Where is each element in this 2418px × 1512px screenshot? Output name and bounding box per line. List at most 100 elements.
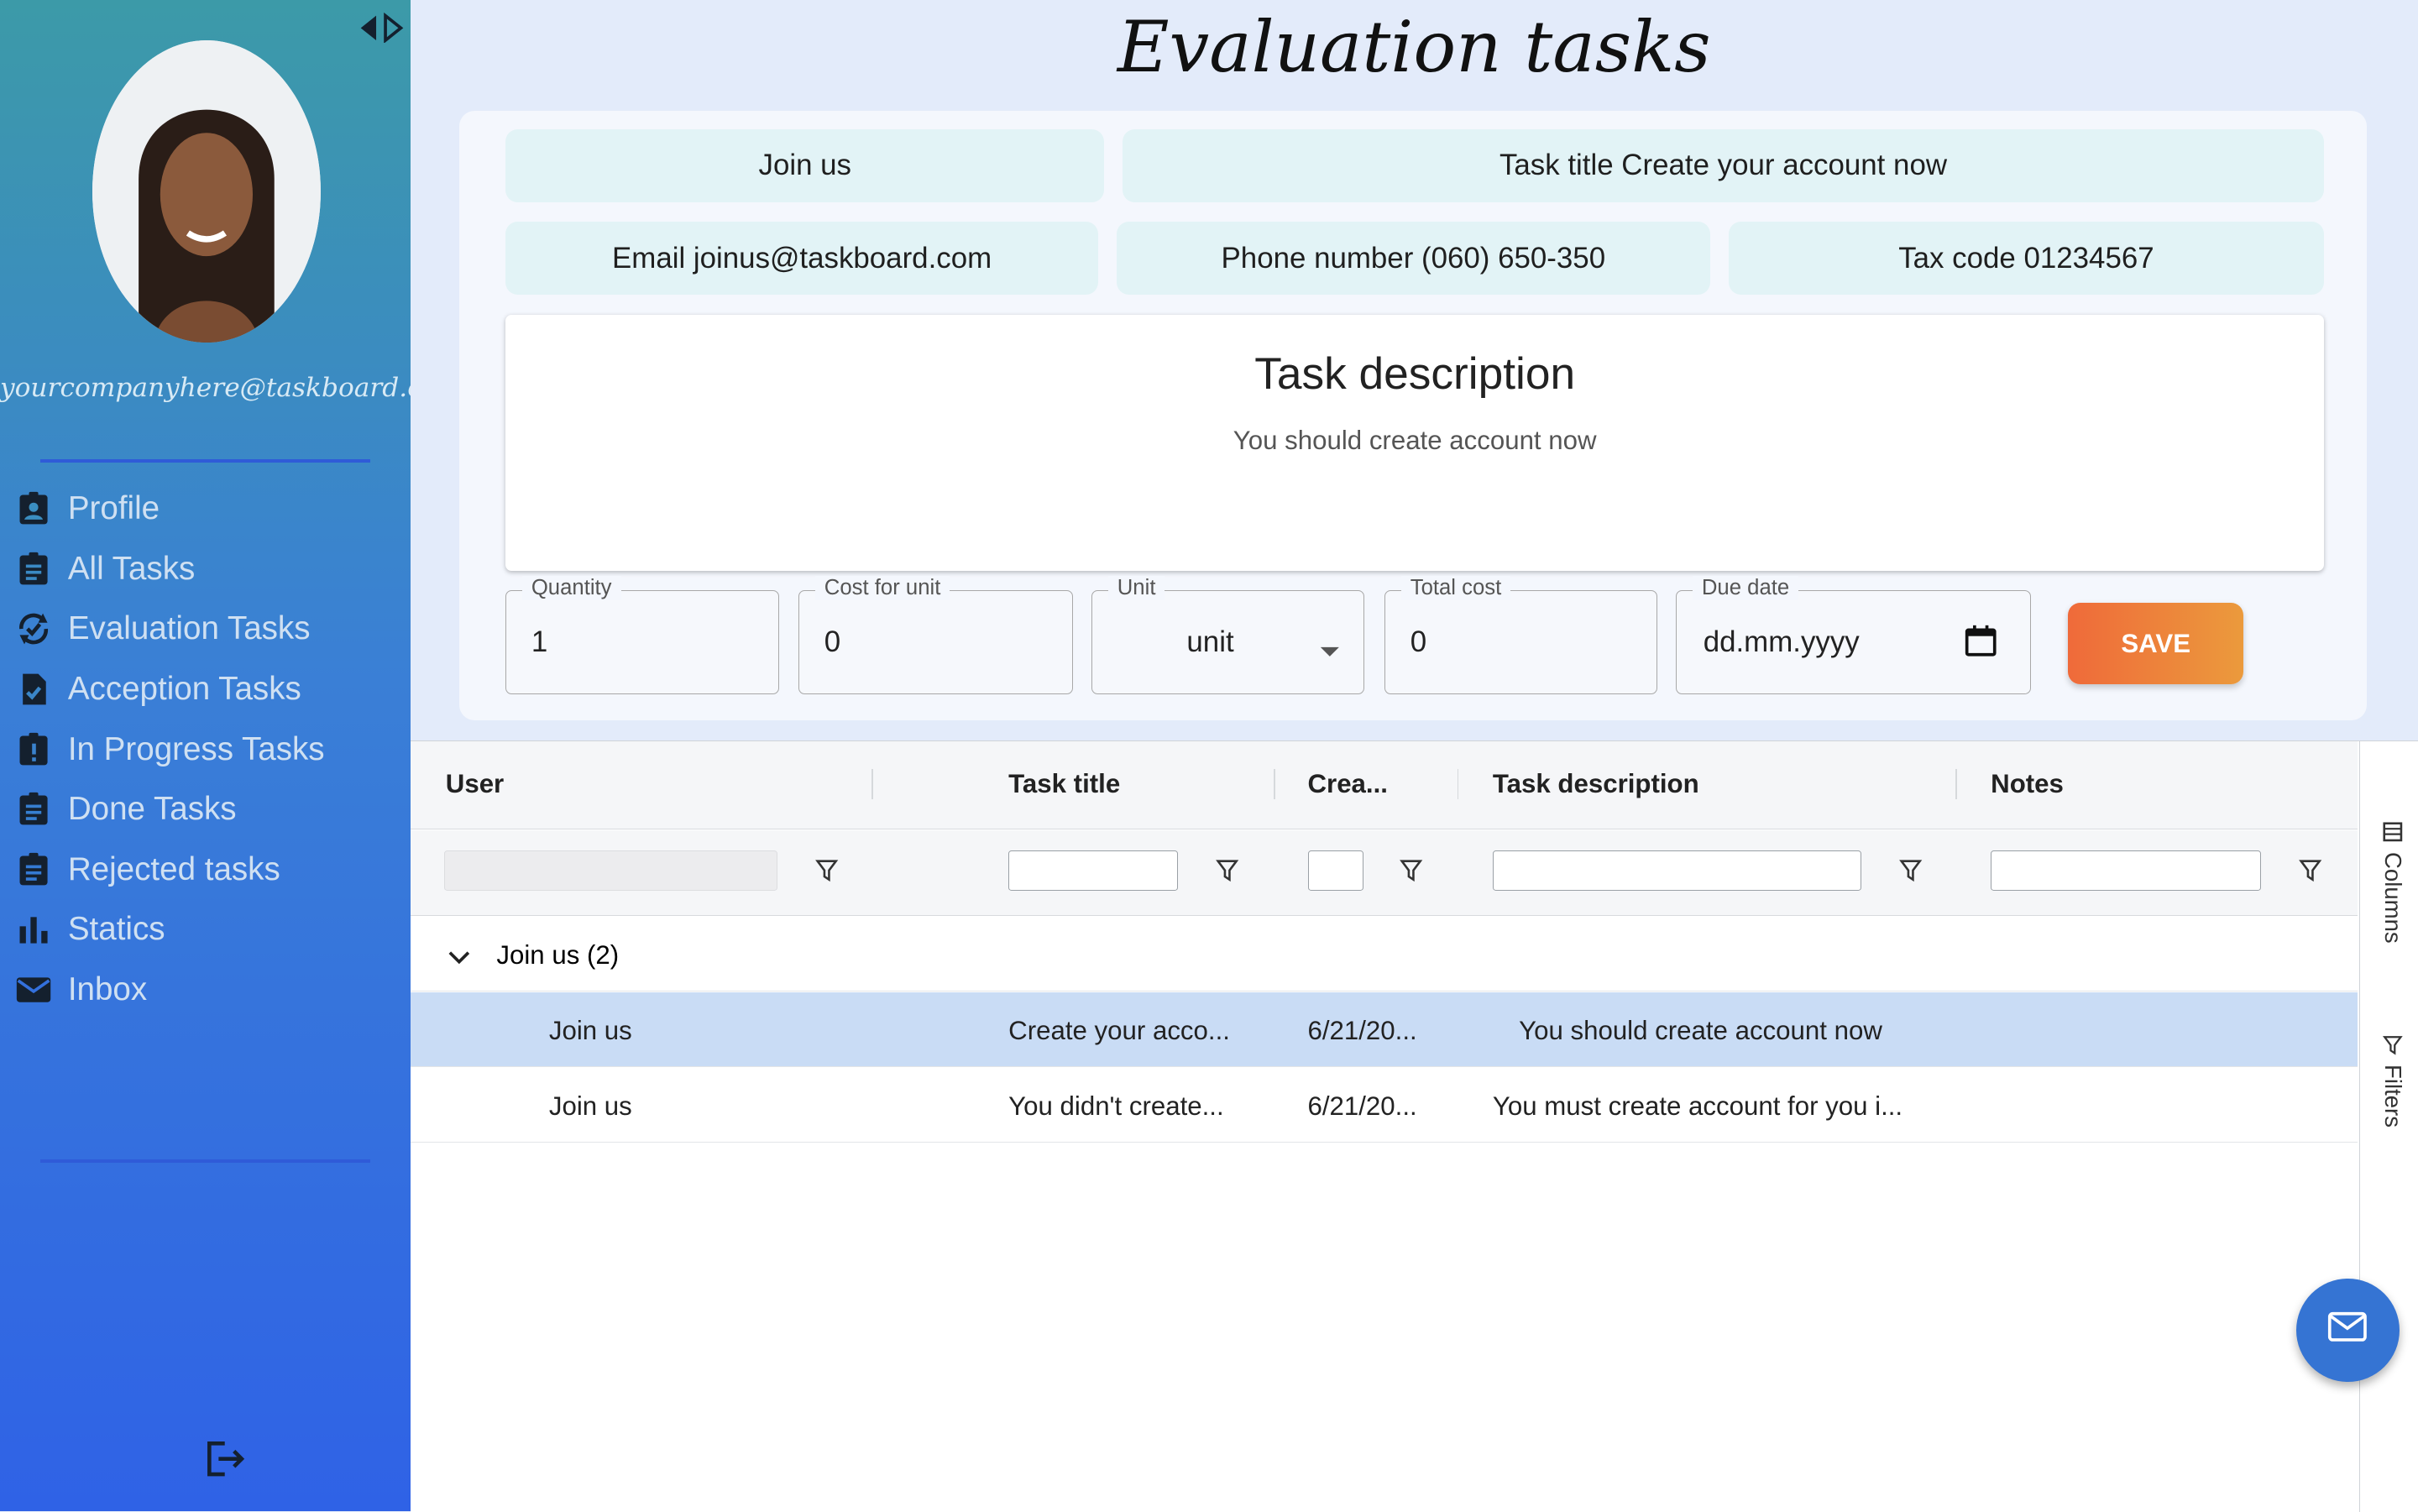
filter-icon[interactable]: [1215, 858, 1239, 882]
clipboard-list-icon: [15, 851, 52, 888]
column-header-notes[interactable]: Notes: [1991, 769, 2064, 799]
created-filter-input[interactable]: [1307, 850, 1363, 891]
filter-icon[interactable]: [1898, 858, 1923, 882]
sidebar-item-label: Profile: [67, 490, 160, 527]
cell-task-description: You should create account now: [1519, 1015, 1882, 1045]
avatar[interactable]: [92, 39, 322, 343]
notes-filter-input[interactable]: [1991, 850, 2261, 891]
logout-icon[interactable]: [203, 1437, 246, 1480]
grid-header: User Task title Crea... Task description…: [410, 740, 2358, 830]
clipboard-list-icon: [15, 791, 52, 828]
unit-label: Unit: [1107, 576, 1165, 601]
total-cost-value: 0: [1410, 625, 1427, 658]
column-header-task-title[interactable]: Task title: [1008, 769, 1120, 799]
cost-per-unit-field[interactable]: Cost for unit 0: [798, 576, 1074, 694]
email-chip: Email joinus@taskboard.com: [505, 222, 1098, 295]
task-title-chip: Task title Create your account now: [1123, 129, 2324, 202]
sidebar-item-acception-tasks[interactable]: Acception Tasks: [0, 658, 411, 719]
page-title: Evaluation tasks: [1117, 6, 1711, 89]
sidebar-item-label: Rejected tasks: [67, 850, 280, 887]
columns-panel-tab[interactable]: Columns: [2373, 821, 2410, 960]
sidebar-item-label: Done Tasks: [67, 791, 237, 828]
cell-created: 6/21/20...: [1307, 1091, 1417, 1121]
chevron-down-icon[interactable]: [448, 943, 470, 971]
company-chip: Join us: [505, 129, 1105, 202]
sidebar-item-inbox[interactable]: Inbox: [0, 959, 411, 1019]
sidebar-item-evaluation-tasks[interactable]: Evaluation Tasks: [0, 599, 411, 659]
column-separator[interactable]: [1457, 768, 1459, 800]
total-cost-label: Total cost: [1400, 576, 1511, 601]
task-description-text: You should create account now: [1233, 425, 1597, 455]
sidebar-item-all-tasks[interactable]: All Tasks: [0, 538, 411, 599]
quantity-label: Quantity: [521, 576, 621, 601]
compose-mail-button[interactable]: [2295, 1278, 2400, 1382]
calendar-icon[interactable]: [1964, 624, 1997, 664]
task-description-panel: Task description You should create accou…: [505, 314, 2324, 571]
sidebar-item-statics[interactable]: Statics: [0, 899, 411, 960]
cell-user: Join us: [548, 1015, 632, 1045]
task-title-filter-input[interactable]: [1008, 850, 1179, 891]
sidebar-divider: [39, 459, 370, 463]
unit-select[interactable]: Unit unit: [1091, 576, 1365, 694]
column-header-created[interactable]: Crea...: [1308, 769, 1388, 799]
filter-icon[interactable]: [2298, 858, 2322, 882]
sidebar-item-done-tasks[interactable]: Done Tasks: [0, 779, 411, 840]
clipboard-list-icon: [15, 551, 52, 588]
sidebar-item-rejected-tasks[interactable]: Rejected tasks: [0, 839, 411, 899]
task-description-heading: Task description: [1254, 349, 1576, 400]
cell-task-title: Create your acco...: [1008, 1015, 1230, 1045]
file-check-icon: [15, 671, 52, 708]
cell-user: Join us: [548, 1091, 632, 1121]
filter-icon[interactable]: [814, 858, 839, 882]
filter-icon[interactable]: [1399, 858, 1423, 882]
quantity-value: 1: [531, 625, 548, 658]
tax-code-chip: Tax code 01234567: [1728, 222, 2324, 295]
sidebar-item-label: Inbox: [67, 971, 148, 1008]
table-row[interactable]: Join us Create your acco... 6/21/20... Y…: [410, 991, 2358, 1068]
mail-icon: [15, 971, 52, 1008]
user-filter-input: [443, 850, 777, 891]
save-button[interactable]: SAVE: [2068, 603, 2244, 685]
cell-created: 6/21/20...: [1307, 1015, 1417, 1045]
cost-per-unit-label: Cost for unit: [814, 576, 950, 601]
total-cost-field[interactable]: Total cost 0: [1384, 576, 1658, 694]
quantity-field[interactable]: Quantity 1: [505, 576, 779, 694]
badge-icon: [15, 490, 52, 527]
column-header-user[interactable]: User: [446, 769, 504, 799]
table-row[interactable]: Join us You didn't create... 6/21/20... …: [410, 1068, 2358, 1143]
column-separator[interactable]: [1955, 768, 1957, 800]
filters-panel-tab[interactable]: Filters: [2373, 1034, 2410, 1158]
sidebar-item-label: Statics: [67, 911, 165, 948]
unit-value: unit: [1186, 625, 1234, 658]
sidebar-item-label: Acception Tasks: [67, 670, 301, 707]
due-date-field[interactable]: Due date dd.mm.yyyy: [1676, 576, 2031, 694]
sidebar-item-profile[interactable]: Profile: [0, 478, 411, 538]
grid-side-panel: Columns Filters: [2359, 740, 2418, 1512]
sidebar-divider: [39, 1159, 370, 1163]
column-header-task-description[interactable]: Task description: [1493, 769, 1699, 799]
filter-row: [410, 830, 2358, 917]
columns-icon: [2382, 821, 2404, 850]
column-separator[interactable]: [871, 768, 873, 800]
columns-tab-label: Columns: [2380, 851, 2407, 944]
sidebar-nav: Profile All Tasks Evaluation Tasks Accep…: [0, 478, 411, 1019]
sync-check-icon: [15, 610, 52, 647]
filters-tab-label: Filters: [2380, 1065, 2407, 1128]
task-description-filter-input[interactable]: [1492, 850, 1861, 891]
phone-chip: Phone number (060) 650-350: [1116, 222, 1710, 295]
cell-task-title: You didn't create...: [1008, 1091, 1224, 1121]
filter-icon: [2382, 1034, 2404, 1063]
column-separator[interactable]: [1274, 768, 1275, 800]
sidebar-item-label: In Progress Tasks: [67, 730, 325, 767]
mail-icon: [2327, 1311, 2368, 1349]
group-row[interactable]: Join us (2): [410, 917, 2358, 992]
group-label: Join us (2): [496, 939, 620, 970]
caret-down-icon: [1319, 636, 1341, 665]
bar-chart-icon: [15, 911, 52, 948]
collapse-toggle-icon[interactable]: [358, 12, 404, 44]
sidebar-item-in-progress-tasks[interactable]: In Progress Tasks: [0, 719, 411, 779]
due-date-label: Due date: [1692, 576, 1799, 601]
sidebar-item-label: All Tasks: [67, 550, 196, 587]
sidebar-item-label: Evaluation Tasks: [67, 610, 311, 647]
due-date-placeholder: dd.mm.yyyy: [1703, 625, 1860, 658]
